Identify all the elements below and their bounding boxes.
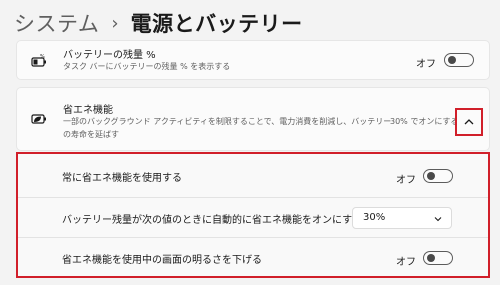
always-use-saver-label: 常に省エネ機能を使用する <box>62 173 182 184</box>
always-use-saver-row: 常に省エネ機能を使用する オフ <box>18 156 488 196</box>
always-use-saver-toggle[interactable] <box>423 169 453 183</box>
lower-brightness-label: 省エネ機能を使用中の画面の明るさを下げる <box>62 255 262 266</box>
auto-turn-on-label: バッテリー残量が次の値のときに自動的に省エネ機能をオンにする <box>62 215 363 226</box>
battery-percentage-title: バッテリーの残量 % <box>63 50 156 61</box>
battery-saver-icon <box>31 112 49 126</box>
battery-saver-title: 省エネ機能 <box>63 105 113 116</box>
battery-percentage-card: % バッテリーの残量 % タスク バーにバッテリーの残量 % を表示する オフ <box>16 40 490 80</box>
breadcrumb-system-link[interactable]: システム <box>14 8 99 38</box>
toggle-knob <box>427 254 435 262</box>
battery-saver-expand-button[interactable] <box>455 108 483 136</box>
battery-saver-status: 30% でオンにする <box>390 117 459 126</box>
battery-percent-icon: % <box>31 54 49 68</box>
auto-turn-on-threshold-value: 30% <box>363 212 386 223</box>
battery-percentage-description: タスク バーにバッテリーの残量 % を表示する <box>63 62 231 71</box>
page-title: 電源とバッテリー <box>130 12 303 36</box>
auto-turn-on-row: バッテリー残量が次の値のときに自動的に省エネ機能をオンにする 30% <box>18 198 488 238</box>
battery-percentage-toggle[interactable] <box>444 53 474 67</box>
battery-saver-description-line1: 一部のバックグラウンド アクティビティを制限することで、電力消費を削減し、バッテ… <box>63 117 392 126</box>
battery-saver-settings-panel: 常に省エネ機能を使用する オフ バッテリー残量が次の値のときに自動的に省エネ機能… <box>16 152 490 278</box>
svg-text:%: % <box>40 54 45 60</box>
chevron-up-icon <box>464 119 474 125</box>
toggle-knob <box>427 172 435 180</box>
auto-turn-on-threshold-select[interactable]: 30% <box>352 207 452 229</box>
always-use-saver-state: オフ <box>396 175 416 186</box>
battery-saver-card[interactable]: 省エネ機能 一部のバックグラウンド アクティビティを制限することで、電力消費を削… <box>16 87 490 151</box>
lower-brightness-state: オフ <box>396 257 416 268</box>
toggle-knob <box>448 56 456 64</box>
lower-brightness-toggle[interactable] <box>423 251 453 265</box>
lower-brightness-row: 省エネ機能を使用中の画面の明るさを下げる オフ <box>18 238 488 278</box>
battery-percentage-state: オフ <box>416 59 436 70</box>
chevron-down-icon <box>434 217 442 222</box>
breadcrumb: システム › 電源とバッテリー <box>14 6 303 40</box>
breadcrumb-separator: › <box>111 12 119 34</box>
battery-saver-description-line2: の寿命を延ばす <box>63 130 119 139</box>
